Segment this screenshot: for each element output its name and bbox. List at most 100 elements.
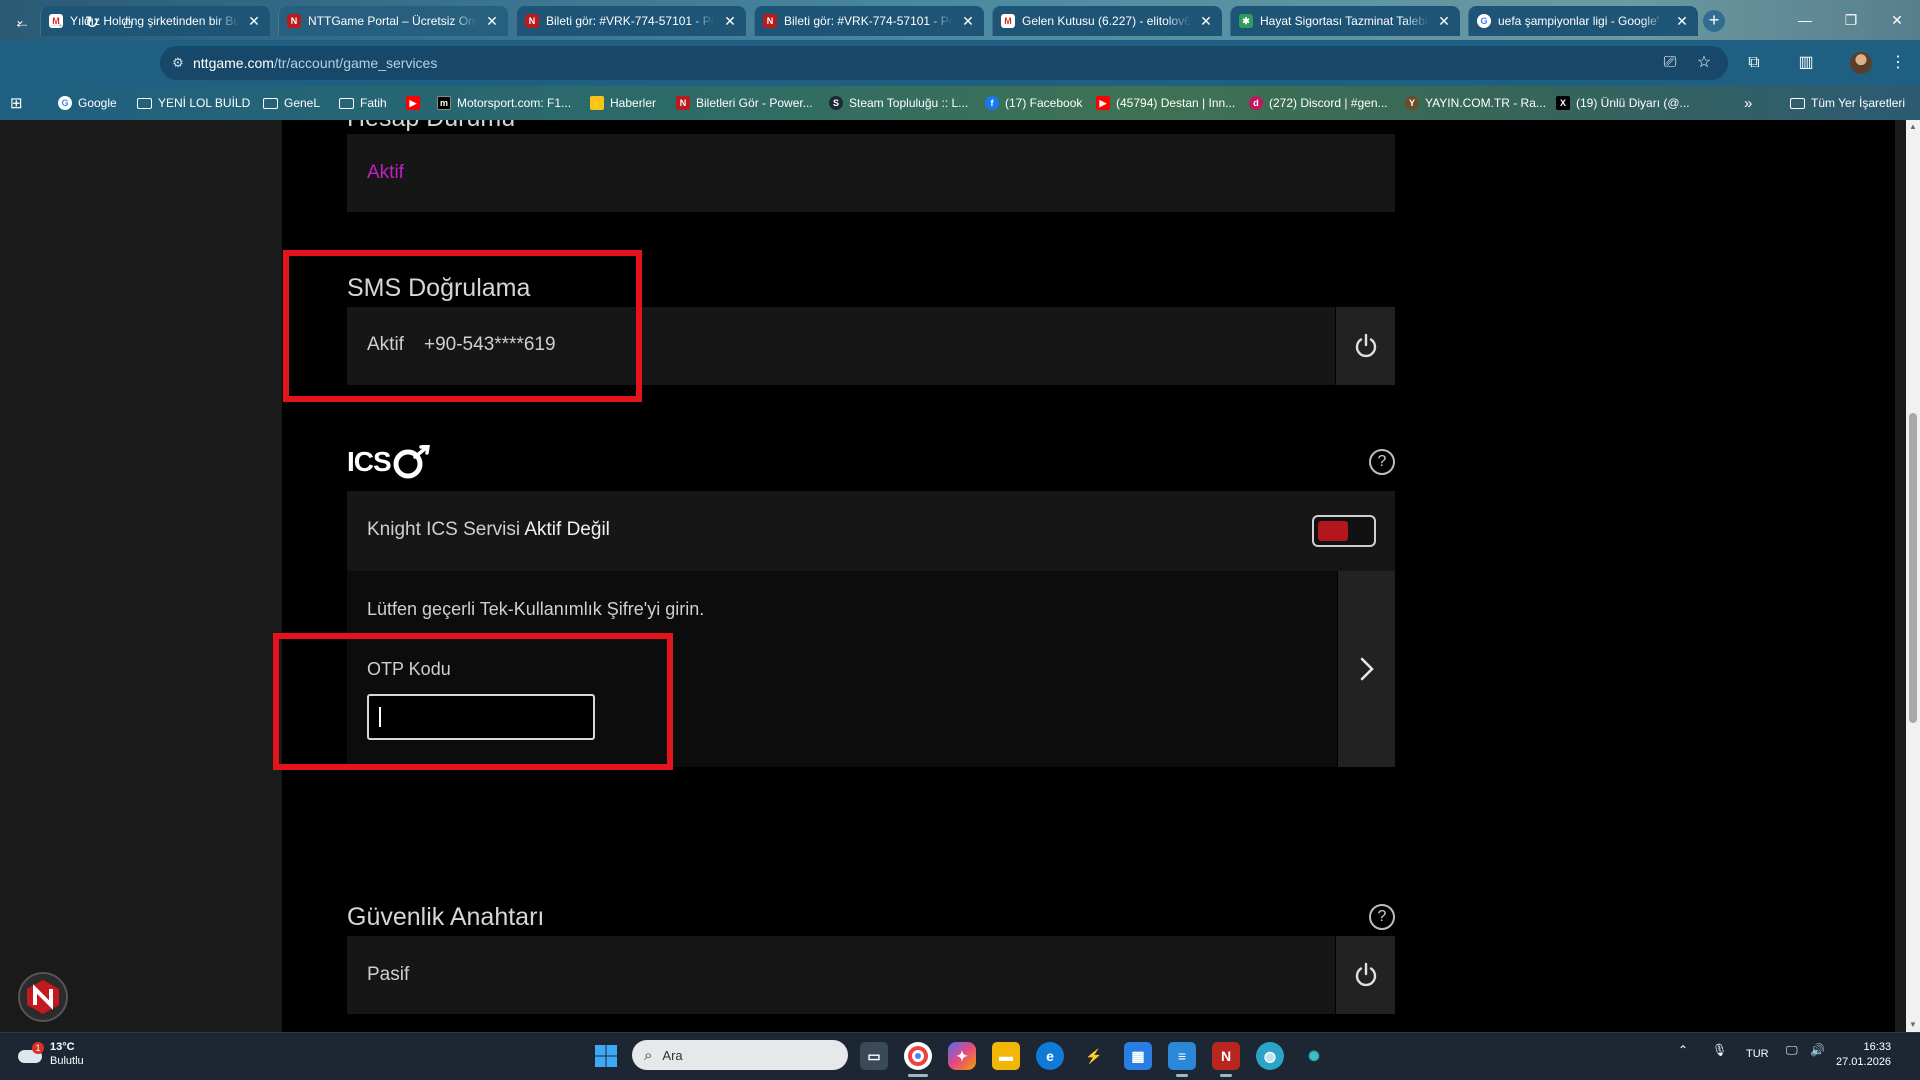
bookmark-yayin[interactable]: Y YAYIN.COM.TR - Ra...: [1405, 92, 1546, 114]
menu-kebab-icon[interactable]: ⋮: [1886, 51, 1910, 75]
windows-start-icon[interactable]: [592, 1042, 620, 1070]
browser-tab[interactable]: N Bileti gör: #VRK-774-57101 - Pc ✕: [516, 6, 746, 36]
chrome-icon[interactable]: [904, 1042, 932, 1070]
ics-service-toggle[interactable]: [1312, 515, 1376, 547]
extensions-icon[interactable]: ⧉: [1742, 51, 1766, 75]
security-key-power-button[interactable]: [1336, 936, 1395, 1014]
forward-arrow-icon[interactable]: →: [45, 11, 69, 35]
all-bookmarks-folder[interactable]: Tüm Yer İşaretleri: [1790, 92, 1905, 114]
ntt-favicon-icon: N: [676, 96, 690, 110]
minimize-icon[interactable]: —: [1782, 0, 1828, 40]
bookmark-folder[interactable]: YENİ LOL BUİLD: [137, 92, 250, 114]
ntt-favicon-icon: N: [287, 14, 301, 28]
system-clock[interactable]: 16:33 27.01.2026: [1836, 1040, 1891, 1070]
new-tab-button[interactable]: +: [1703, 10, 1725, 32]
tab-title: Hayat Sigortası Tazminat Talebi: [1260, 14, 1428, 28]
browser-tab[interactable]: N Bileti gör: #VRK-774-57101 - Pc ✕: [754, 6, 984, 36]
bookmark-star-icon[interactable]: ☆: [1692, 51, 1716, 75]
bookmark-label: YENİ LOL BUİLD: [158, 96, 251, 110]
reading-mode-icon[interactable]: ▥: [1794, 51, 1818, 75]
browser-tab[interactable]: G uefa şampiyonlar ligi - Google' ✕: [1468, 6, 1698, 36]
bookmark-folder[interactable]: Fatih: [339, 92, 387, 114]
url-text[interactable]: nttgame.com/tr/account/game_services: [193, 53, 437, 73]
bookmark-label: Fatih: [360, 96, 387, 110]
edge-icon[interactable]: e: [1036, 1042, 1064, 1070]
running-app-indicator: [1176, 1074, 1188, 1077]
bookmark-label: Motorsport.com: F1...: [457, 96, 572, 110]
close-tab-icon[interactable]: ✕: [1436, 13, 1452, 30]
profile-avatar[interactable]: [1850, 52, 1872, 74]
discord-icon: d: [1249, 96, 1263, 110]
bookmark-google[interactable]: G Google: [58, 92, 117, 114]
close-tab-icon[interactable]: ✕: [484, 13, 500, 30]
ics-service-label: Knight ICS Servisi: [367, 519, 521, 540]
close-tab-icon[interactable]: ✕: [1198, 13, 1214, 30]
back-arrow-icon[interactable]: ←: [10, 11, 34, 35]
network-icon[interactable]: 🖵: [1786, 1043, 1798, 1058]
ics-logo: ICS: [347, 445, 431, 479]
weather-widget[interactable]: 1 13°C Bulutlu: [18, 1040, 84, 1068]
scrollbar-thumb[interactable]: [1909, 413, 1917, 723]
bookmark-haberler[interactable]: ⚡ Haberler: [590, 92, 656, 114]
store-icon[interactable]: ▦: [1124, 1042, 1152, 1070]
browser-tab-active[interactable]: N NTTGame Portal – Ücretsiz Onli ✕: [278, 6, 508, 36]
home-icon[interactable]: ⌂: [116, 11, 140, 35]
bookmark-folder[interactable]: GeneL: [263, 92, 320, 114]
browser-tab[interactable]: M Yıldız Holding şirketinden bir Bu ✕: [40, 6, 270, 36]
youtube-icon: ▶: [1096, 96, 1110, 110]
close-tab-icon[interactable]: ✕: [1674, 13, 1690, 30]
security-key-help-icon[interactable]: ?: [1369, 904, 1395, 930]
close-window-icon[interactable]: ✕: [1874, 0, 1920, 40]
file-explorer-icon[interactable]: ▬: [992, 1042, 1020, 1070]
close-tab-icon[interactable]: ✕: [960, 13, 976, 30]
apps-grid-icon[interactable]: ⊞: [10, 92, 23, 114]
microphone-icon[interactable]: 🎙: [1712, 1043, 1727, 1057]
bookmark-motorsport[interactable]: m Motorsport.com: F1...: [437, 92, 571, 114]
bookmark-steam[interactable]: S Steam Topluluğu :: L...: [829, 92, 968, 114]
restore-icon[interactable]: ❐: [1828, 0, 1874, 40]
tray-overflow-icon[interactable]: ⌃: [1678, 1043, 1688, 1057]
steam-icon: S: [829, 96, 843, 110]
network-app-icon[interactable]: ◍: [1256, 1042, 1284, 1070]
bookmark-youtube[interactable]: ▶ (45794) Destan | Inn...: [1096, 92, 1235, 114]
weather-temp: 13°C: [50, 1041, 75, 1053]
browser-tab[interactable]: ✱ Hayat Sigortası Tazminat Talebi ✕: [1230, 6, 1460, 36]
ics-help-icon[interactable]: ?: [1369, 449, 1395, 475]
ntt-launcher-icon[interactable]: N: [1212, 1042, 1240, 1070]
gmail-icon: M: [1001, 14, 1015, 28]
bookmark-youtube[interactable]: ▶: [406, 92, 420, 114]
active-app-indicator: [908, 1074, 928, 1077]
copilot-icon[interactable]: ✦: [948, 1042, 976, 1070]
notepad-icon[interactable]: ≡: [1168, 1042, 1196, 1070]
bookmark-x[interactable]: X (19) Ünlü Diyarı (@...: [1556, 92, 1690, 114]
language-indicator[interactable]: TUR: [1746, 1048, 1769, 1060]
volume-icon[interactable]: 🔊: [1810, 1043, 1825, 1057]
right-gutter: [1895, 120, 1906, 1032]
bookmark-facebook[interactable]: f (17) Facebook: [985, 92, 1082, 114]
insurance-favicon-icon: ✱: [1239, 14, 1253, 28]
bookmark-ntt[interactable]: N Biletleri Gör - Power...: [676, 92, 813, 114]
more-bookmarks-chevron-icon[interactable]: »: [1744, 92, 1752, 114]
task-view-icon[interactable]: ▭: [860, 1042, 888, 1070]
browser-tab[interactable]: M Gelen Kutusu (6.227) - elitolov6 ✕: [992, 6, 1222, 36]
otp-submit-button[interactable]: [1338, 571, 1395, 767]
app-bolt-icon[interactable]: ⚡: [1080, 1042, 1108, 1070]
reload-icon[interactable]: ↻: [80, 11, 104, 35]
close-tab-icon[interactable]: ✕: [246, 13, 262, 30]
google-icon: G: [1477, 14, 1491, 28]
bookmark-label: GeneL: [284, 96, 321, 110]
ntt-floating-logo[interactable]: [18, 972, 68, 1022]
bookmark-label: (19) Ünlü Diyarı (@...: [1576, 96, 1690, 110]
taskbar-search[interactable]: ⌕ Ara: [632, 1040, 848, 1070]
close-tab-icon[interactable]: ✕: [722, 13, 738, 30]
cast-icon[interactable]: ⎚: [1658, 51, 1682, 75]
scroll-up-icon[interactable]: ▲: [1906, 120, 1920, 134]
spider-app-icon[interactable]: ✺: [1300, 1042, 1328, 1070]
power-icon: [1355, 962, 1376, 987]
scroll-down-icon[interactable]: ▼: [1906, 1018, 1920, 1032]
ics-service-text: Knight ICS Servisi Aktif Değil: [367, 519, 610, 541]
site-settings-icon[interactable]: ⚙: [170, 55, 186, 71]
bookmark-discord[interactable]: d (272) Discord | #gen...: [1249, 92, 1388, 114]
sms-power-button[interactable]: [1336, 307, 1395, 385]
weather-badge: 1: [32, 1042, 44, 1054]
